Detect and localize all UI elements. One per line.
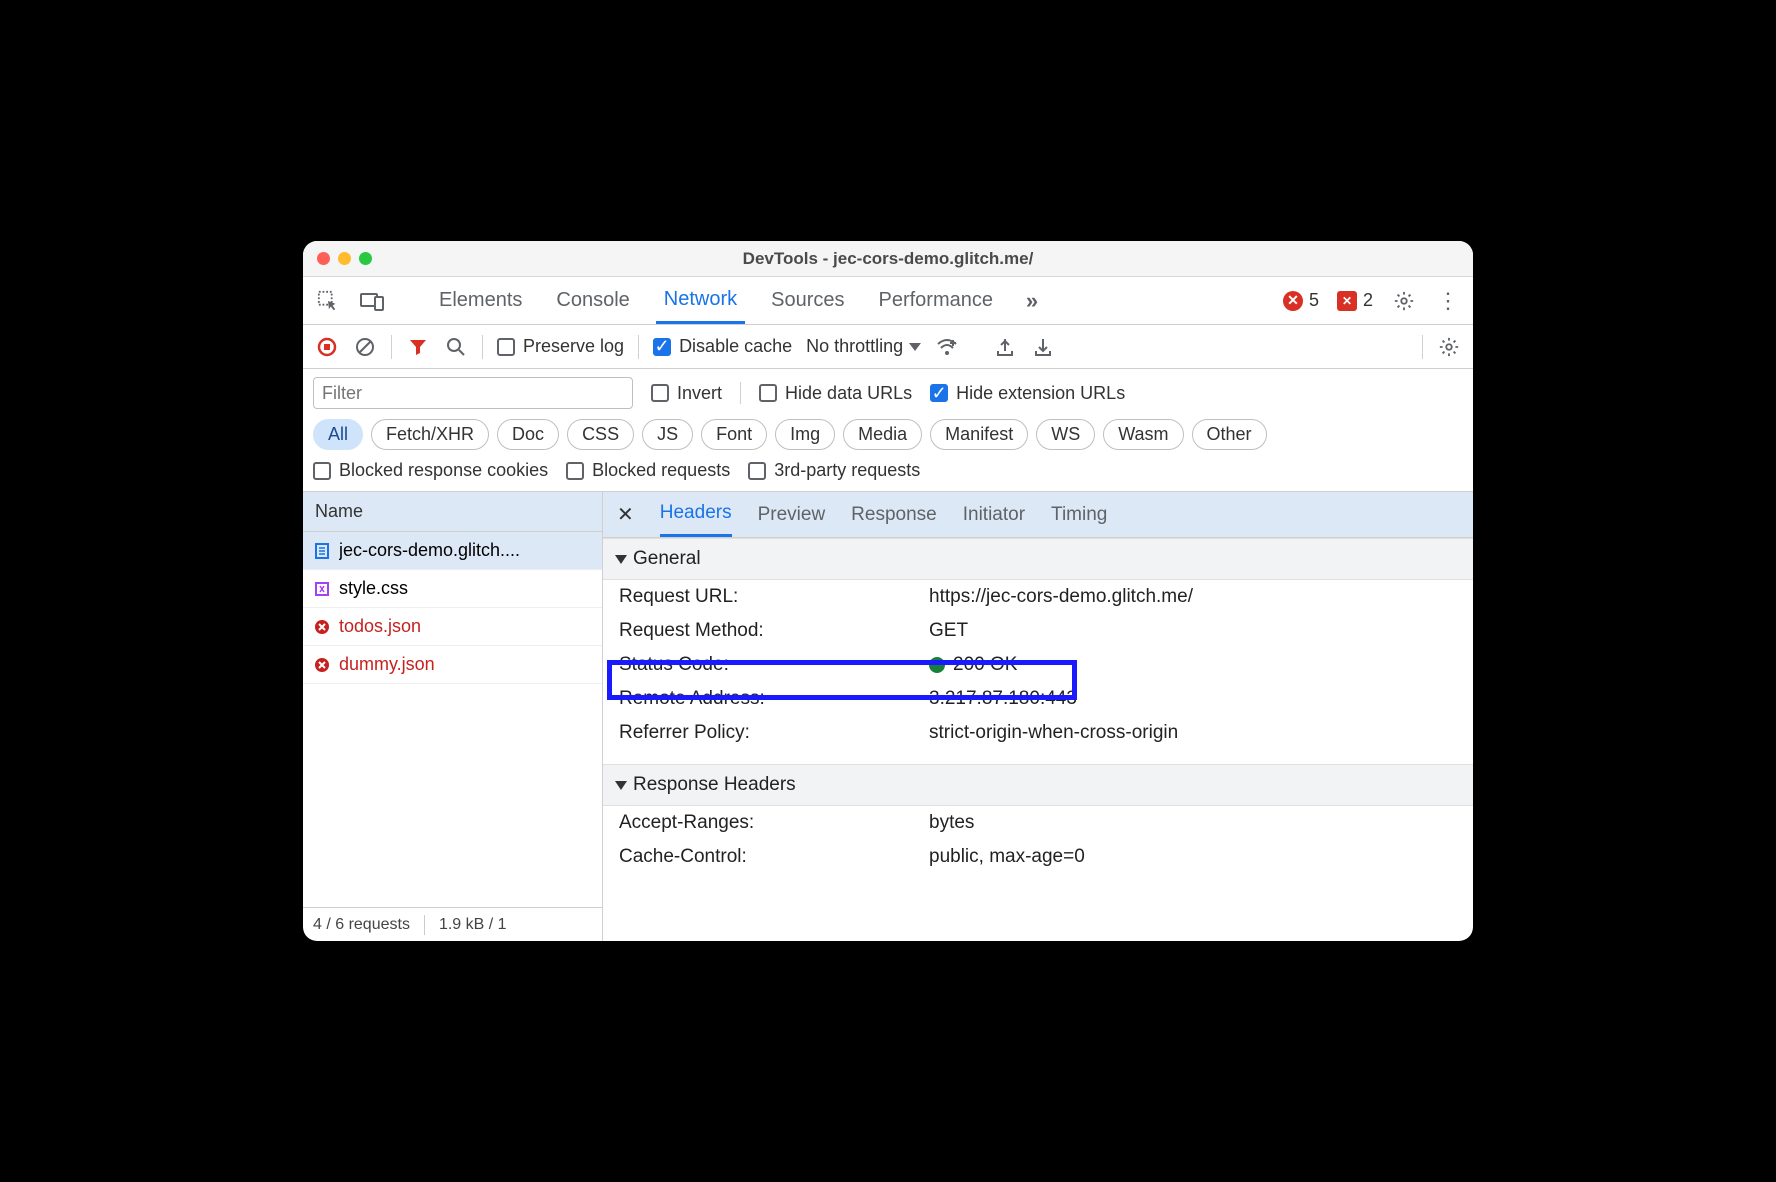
filter-icon[interactable]: [406, 335, 430, 359]
request-detail-panel: ✕ Headers Preview Response Initiator Tim…: [603, 492, 1473, 941]
issues-icon: ✕: [1337, 291, 1357, 311]
kebab-menu-icon[interactable]: ⋮: [1435, 288, 1461, 314]
detail-body: General Request URL:https://jec-cors-dem…: [603, 538, 1473, 941]
settings-icon[interactable]: [1391, 288, 1417, 314]
throttling-select[interactable]: No throttling: [806, 336, 921, 357]
chip-img[interactable]: Img: [775, 419, 835, 450]
third-party-checkbox[interactable]: 3rd-party requests: [748, 460, 920, 481]
chip-media[interactable]: Media: [843, 419, 922, 450]
status-bar: 4 / 6 requests 1.9 kB / 1: [303, 907, 602, 941]
document-icon: [313, 542, 331, 560]
tab-elements[interactable]: Elements: [431, 277, 530, 324]
kv-request-method: Request Method:GET: [603, 614, 1473, 648]
response-headers-section-header[interactable]: Response Headers: [603, 764, 1473, 806]
error-icon: [313, 656, 331, 674]
filter-input[interactable]: [313, 377, 633, 409]
request-rows: jec-cors-demo.glitch.... style.css todos…: [303, 532, 602, 907]
clear-button[interactable]: [353, 335, 377, 359]
devtools-window: DevTools - jec-cors-demo.glitch.me/ Elem…: [303, 241, 1473, 941]
kv-accept-ranges: Accept-Ranges:bytes: [603, 806, 1473, 840]
chip-other[interactable]: Other: [1192, 419, 1267, 450]
disclosure-triangle-icon: [615, 781, 627, 790]
type-filter-chips: All Fetch/XHR Doc CSS JS Font Img Media …: [313, 419, 1463, 450]
titlebar: DevTools - jec-cors-demo.glitch.me/: [303, 241, 1473, 277]
main-tabbar: Elements Console Network Sources Perform…: [303, 277, 1473, 325]
kv-referrer-policy: Referrer Policy:strict-origin-when-cross…: [603, 716, 1473, 750]
detail-tab-preview[interactable]: Preview: [758, 492, 826, 537]
search-icon[interactable]: [444, 335, 468, 359]
kv-remote-address: Remote Address:3.217.87.180:443: [603, 682, 1473, 716]
record-button[interactable]: [315, 335, 339, 359]
request-name: dummy.json: [339, 654, 435, 675]
kv-cache-control: Cache-Control:public, max-age=0: [603, 840, 1473, 874]
more-tabs-icon[interactable]: »: [1019, 288, 1045, 314]
general-section-header[interactable]: General: [603, 538, 1473, 580]
tab-performance[interactable]: Performance: [871, 277, 1002, 324]
import-har-icon[interactable]: [1031, 335, 1055, 359]
chevron-down-icon: [909, 343, 921, 351]
inspect-element-icon[interactable]: [315, 288, 341, 314]
detail-tab-timing[interactable]: Timing: [1051, 492, 1107, 537]
tab-console[interactable]: Console: [548, 277, 637, 324]
window-title: DevTools - jec-cors-demo.glitch.me/: [303, 249, 1473, 269]
request-row[interactable]: todos.json: [303, 608, 602, 646]
issues-badge[interactable]: ✕ 2: [1337, 290, 1373, 311]
status-ok-icon: [929, 657, 945, 673]
request-list-panel: Name jec-cors-demo.glitch.... style.css …: [303, 492, 603, 941]
request-row[interactable]: jec-cors-demo.glitch....: [303, 532, 602, 570]
invert-checkbox[interactable]: Invert: [651, 383, 722, 404]
error-icon: ✕: [1283, 291, 1303, 311]
issues-count: 2: [1363, 290, 1373, 311]
chip-wasm[interactable]: Wasm: [1103, 419, 1183, 450]
error-badge[interactable]: ✕ 5: [1283, 290, 1319, 311]
export-har-icon[interactable]: [993, 335, 1017, 359]
detail-tab-response[interactable]: Response: [851, 492, 937, 537]
chip-font[interactable]: Font: [701, 419, 767, 450]
detail-tab-initiator[interactable]: Initiator: [963, 492, 1025, 537]
hide-extension-urls-checkbox[interactable]: ✓Hide extension URLs: [930, 383, 1125, 404]
detail-tab-headers[interactable]: Headers: [660, 492, 732, 537]
device-toolbar-icon[interactable]: [359, 288, 385, 314]
chip-all[interactable]: All: [313, 419, 363, 450]
error-count: 5: [1309, 290, 1319, 311]
chip-manifest[interactable]: Manifest: [930, 419, 1028, 450]
chip-ws[interactable]: WS: [1036, 419, 1095, 450]
request-name: todos.json: [339, 616, 421, 637]
detail-tabbar: ✕ Headers Preview Response Initiator Tim…: [603, 492, 1473, 538]
status-code-value: 200 OK: [953, 654, 1017, 675]
request-count: 4 / 6 requests: [313, 916, 410, 934]
chip-fetch-xhr[interactable]: Fetch/XHR: [371, 419, 489, 450]
kv-request-url: Request URL:https://jec-cors-demo.glitch…: [603, 580, 1473, 614]
network-toolbar: Preserve log ✓Disable cache No throttlin…: [303, 325, 1473, 369]
filter-bar: Invert Hide data URLs ✓Hide extension UR…: [303, 369, 1473, 492]
chip-doc[interactable]: Doc: [497, 419, 559, 450]
request-name: jec-cors-demo.glitch....: [339, 540, 520, 561]
chip-js[interactable]: JS: [642, 419, 693, 450]
tab-network[interactable]: Network: [656, 277, 745, 324]
request-name: style.css: [339, 578, 408, 599]
hide-data-urls-checkbox[interactable]: Hide data URLs: [759, 383, 912, 404]
tab-sources[interactable]: Sources: [763, 277, 852, 324]
close-detail-icon[interactable]: ✕: [617, 502, 634, 527]
blocked-requests-checkbox[interactable]: Blocked requests: [566, 460, 730, 481]
name-column-header[interactable]: Name: [303, 492, 602, 532]
chip-css[interactable]: CSS: [567, 419, 634, 450]
preserve-log-checkbox[interactable]: Preserve log: [497, 336, 624, 357]
request-row[interactable]: dummy.json: [303, 646, 602, 684]
transfer-size: 1.9 kB / 1: [439, 916, 507, 934]
kv-status-code: Status Code: 200 OK: [603, 648, 1473, 682]
error-icon: [313, 618, 331, 636]
blocked-cookies-checkbox[interactable]: Blocked response cookies: [313, 460, 548, 481]
content-area: Name jec-cors-demo.glitch.... style.css …: [303, 492, 1473, 941]
network-settings-icon[interactable]: [1437, 335, 1461, 359]
disclosure-triangle-icon: [615, 555, 627, 564]
request-row[interactable]: style.css: [303, 570, 602, 608]
network-conditions-icon[interactable]: [935, 335, 959, 359]
stylesheet-icon: [313, 580, 331, 598]
disable-cache-checkbox[interactable]: ✓Disable cache: [653, 336, 792, 357]
